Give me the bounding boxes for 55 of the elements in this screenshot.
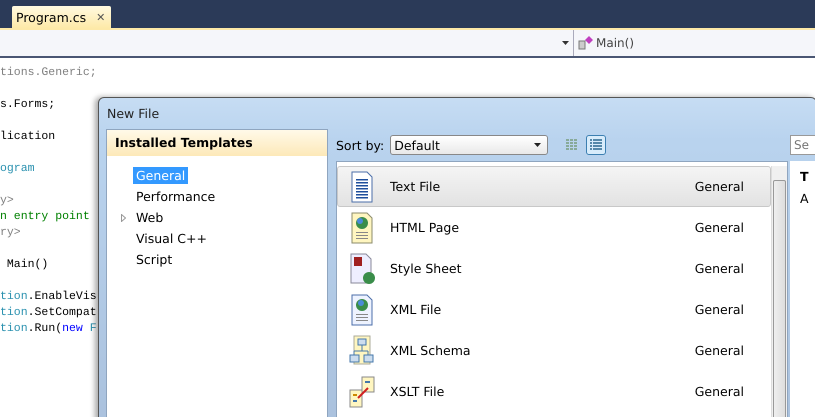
code-line: lication [0,129,56,145]
code-line: Main() [6,257,48,273]
template-name: XML Schema [390,343,472,358]
method-icon [578,36,594,50]
template-title: T [800,169,810,184]
code-line: tion.EnableVis [0,289,97,305]
template-name: XML File [390,302,442,317]
template-category: General [694,261,744,276]
template-name: XSLT File [390,384,446,399]
dialog-title: New File [106,105,160,123]
diagram-icon [348,334,376,366]
template-item[interactable]: HTML Page General [337,207,771,248]
caret-icon [562,41,569,45]
code-line: tion.SetCompat [0,305,97,321]
template-name: Style Sheet [390,261,463,276]
code-line: s.Forms; [0,97,56,113]
template-item[interactable]: XML File General [337,289,771,330]
document-tab[interactable]: Program.cs ✕ [12,6,112,28]
grid-icon [565,138,580,152]
code-line: tions.Generic; [0,65,97,81]
code-line: ogram [0,161,35,177]
template-name: HTML Page [390,220,460,235]
template-category: General [694,302,744,317]
member-dropdown[interactable]: Main() [574,30,815,56]
list-view-button[interactable] [586,135,606,155]
list-icon [589,138,604,152]
template-item[interactable]: Text File General [337,166,771,207]
template-category: General [694,179,744,194]
template-item[interactable]: Style Sheet General [337,248,771,289]
code-line: tion.Run(new F [0,321,97,337]
search-field[interactable]: Se [790,135,815,155]
sort-dropdown[interactable]: Default [390,135,548,155]
category-item[interactable]: Script [133,251,176,268]
sort-label: Sort by: [336,138,384,152]
category-item[interactable]: Web [133,209,166,226]
expand-icon[interactable] [121,214,126,222]
style-sheet-icon [348,252,376,284]
code-line: y> [0,193,14,209]
scrollbar[interactable] [771,166,787,417]
template-description: A [800,191,810,206]
template-item[interactable]: XML Schema General [337,330,771,371]
template-name: Text File [390,179,442,194]
code-line: n entry point [0,209,90,225]
caret-icon [534,143,542,147]
category-item[interactable]: Visual C++ [133,230,210,247]
template-category: General [694,384,744,399]
code-line: ry> [0,225,21,241]
template-category: General [694,220,744,235]
template-item[interactable]: XSLT File General [337,371,771,412]
panel-header: Installed Templates [107,130,327,156]
template-category: General [694,343,744,358]
scrollbar-thumb[interactable] [773,180,786,417]
close-icon[interactable]: ✕ [96,10,106,24]
transform-icon [348,376,376,408]
category-item[interactable]: Performance [133,188,218,205]
